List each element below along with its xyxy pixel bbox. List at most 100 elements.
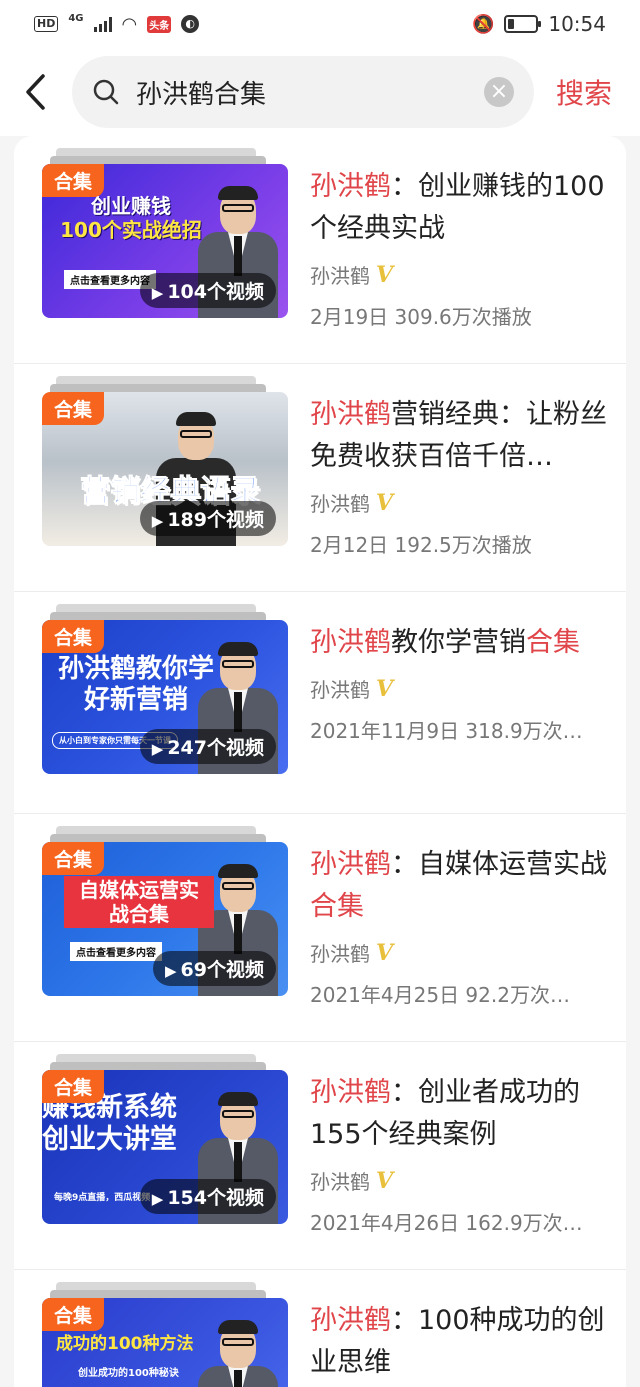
thumb-title-line: 孙洪鹤教你学 <box>57 654 214 684</box>
list-item[interactable]: 合集 营销经典语录 ▶ 189个视频 孙洪鹤营销经典：让粉丝免费收获百倍千倍… 孙… <box>14 364 626 592</box>
author-row[interactable]: 孙洪鹤 V <box>310 674 616 703</box>
list-item[interactable]: 合集 赚钱新系统 创业大讲堂 每晚9点直播，西瓜视频 ▶ 154个视频 孙洪鹤：创… <box>14 1042 626 1270</box>
title-highlight: 孙洪鹤 <box>310 627 391 658</box>
author-name: 孙洪鹤 <box>310 678 370 702</box>
video-count: ▶ 69个视频 <box>153 951 276 986</box>
verified-icon: V <box>376 675 394 702</box>
item-info: 孙洪鹤：自媒体运营实战合集 孙洪鹤 V 2021年4月25日 92.2万次… <box>310 844 616 1008</box>
verified-icon: V <box>376 261 394 288</box>
status-left: HD 4G ◠ 头条 ◐ <box>34 13 200 35</box>
verified-icon: V <box>376 939 394 966</box>
video-count-label: 69个视频 <box>180 959 264 981</box>
thumb-title: 自媒体运营实 战合集 <box>64 876 214 928</box>
list-item[interactable]: 合集 孙洪鹤教你学 好新营销 从小白到专家你只需每天一节课 ▶ 247个视频 孙洪… <box>14 592 626 814</box>
stack-decoration <box>50 1290 266 1298</box>
author-row[interactable]: 孙洪鹤 V <box>310 260 616 289</box>
title-highlight: 合集 <box>526 627 580 658</box>
title-highlight: 合集 <box>310 891 364 922</box>
play-icon: ▶ <box>151 1190 164 1208</box>
stack-decoration <box>50 1062 266 1070</box>
collection-badge: 合集 <box>42 392 105 425</box>
video-count-label: 154个视频 <box>167 1187 264 1209</box>
signal-icon <box>93 16 112 32</box>
stack-decoration <box>56 1282 256 1290</box>
stack-decoration <box>56 376 256 384</box>
list-item[interactable]: 合集 创业赚钱 100个实战绝招 点击查看更多内容 ▶ 104个视频 孙洪鹤：创业… <box>14 136 626 364</box>
thumb-title-line: 创业赚钱 <box>91 194 171 218</box>
author-row[interactable]: 孙洪鹤 V <box>310 938 616 967</box>
video-count-label: 247个视频 <box>167 737 264 759</box>
item-meta: 2021年4月25日 92.2万次… <box>310 983 570 1007</box>
author-row[interactable]: 孙洪鹤 V <box>310 1166 616 1195</box>
item-title[interactable]: 孙洪鹤教你学营销合集 <box>310 622 616 664</box>
search-field[interactable]: 孙洪鹤合集 × <box>72 56 534 128</box>
video-count: ▶ 154个视频 <box>139 1179 276 1214</box>
collection-thumbnail[interactable]: 合集 成功的100种方法 创业成功的100种秘诀 <box>42 1298 288 1387</box>
stack-decoration <box>50 612 266 620</box>
verified-icon: V <box>376 489 394 516</box>
item-info: 孙洪鹤教你学营销合集 孙洪鹤 V 2021年11月9日 318.9万次… <box>310 622 616 744</box>
toutiao-app-icon: 头条 <box>147 15 172 33</box>
collection-thumbnail[interactable]: 合集 营销经典语录 ▶ 189个视频 <box>42 392 288 546</box>
chevron-left-icon <box>26 74 45 110</box>
video-count: ▶ 104个视频 <box>139 273 276 308</box>
title-text: ：自媒体运营实战 <box>391 849 607 880</box>
bell-muted-icon: 🔕 <box>471 13 495 35</box>
hd-icon: HD <box>34 16 59 32</box>
wifi-icon: ◠ <box>121 13 138 35</box>
thumb-subtag: 创业成功的100种秘诀 <box>78 1368 179 1379</box>
stack-decoration <box>50 156 266 164</box>
collection-thumbnail[interactable]: 合集 创业赚钱 100个实战绝招 点击查看更多内容 ▶ 104个视频 <box>42 164 288 318</box>
author-name: 孙洪鹤 <box>310 942 370 966</box>
collection-thumbnail[interactable]: 合集 赚钱新系统 创业大讲堂 每晚9点直播，西瓜视频 ▶ 154个视频 <box>42 1070 288 1224</box>
title-highlight: 孙洪鹤 <box>310 399 391 430</box>
close-circle-icon[interactable]: × <box>484 77 514 107</box>
author-name: 孙洪鹤 <box>310 264 370 288</box>
stack-decoration <box>50 834 266 842</box>
thumb-title: 成功的100种方法 <box>56 1334 216 1354</box>
thumb-title: 孙洪鹤教你学 好新营销 <box>46 654 226 716</box>
thumb-title-line: 自媒体运营实 <box>79 878 199 902</box>
play-icon: ▶ <box>151 512 164 530</box>
collection-thumbnail[interactable]: 合集 自媒体运营实 战合集 点击查看更多内容 ▶ 69个视频 <box>42 842 288 996</box>
title-highlight: 孙洪鹤 <box>310 1077 391 1108</box>
item-meta: 2021年4月26日 162.9万次… <box>310 1211 583 1235</box>
list-item[interactable]: 合集 自媒体运营实 战合集 点击查看更多内容 ▶ 69个视频 孙洪鹤：自媒体运营实… <box>14 814 626 1042</box>
item-meta: 2月12日 192.5万次播放 <box>310 533 532 557</box>
clock: 10:54 <box>548 12 606 36</box>
item-info: 孙洪鹤：100种成功的创业思维 <box>310 1300 616 1384</box>
back-button[interactable] <box>0 48 72 136</box>
title-text: 教你学营销 <box>391 627 526 658</box>
thumb-title-line: 战合集 <box>109 902 169 926</box>
list-item[interactable]: 合集 成功的100种方法 创业成功的100种秘诀 孙洪鹤：100种成功的创业思维 <box>14 1270 626 1387</box>
thumb-subtag: 点击查看更多内容 <box>70 942 162 961</box>
collection-thumbnail[interactable]: 合集 孙洪鹤教你学 好新营销 从小白到专家你只需每天一节课 ▶ 247个视频 <box>42 620 288 774</box>
thumb-title: 创业赚钱 100个实战绝招 <box>56 194 206 242</box>
video-count-label: 104个视频 <box>167 281 264 303</box>
item-title[interactable]: 孙洪鹤营销经典：让粉丝免费收获百倍千倍… <box>310 394 616 478</box>
stack-decoration <box>56 148 256 156</box>
video-count-label: 189个视频 <box>167 509 264 531</box>
item-title[interactable]: 孙洪鹤：创业者成功的155个经典案例 <box>310 1072 616 1156</box>
video-count: ▶ 247个视频 <box>139 729 276 764</box>
video-count: ▶ 189个视频 <box>139 501 276 536</box>
search-button[interactable]: 搜索 <box>556 72 612 112</box>
collection-badge: 合集 <box>42 620 105 653</box>
item-info: 孙洪鹤营销经典：让粉丝免费收获百倍千倍… 孙洪鹤 V 2月12日 192.5万次播… <box>310 394 616 558</box>
thumb-title-line: 创业大讲堂 <box>42 1124 177 1156</box>
results-list: 合集 创业赚钱 100个实战绝招 点击查看更多内容 ▶ 104个视频 孙洪鹤：创业… <box>14 136 626 1387</box>
stack-decoration <box>50 384 266 392</box>
search-input[interactable]: 孙洪鹤合集 <box>136 74 484 111</box>
search-header: 孙洪鹤合集 × 搜索 <box>0 48 640 136</box>
author-name: 孙洪鹤 <box>310 492 370 516</box>
play-icon: ▶ <box>151 740 164 758</box>
item-title[interactable]: 孙洪鹤：创业赚钱的100个经典实战 <box>310 166 616 250</box>
author-row[interactable]: 孙洪鹤 V <box>310 488 616 517</box>
item-meta: 2021年11月9日 318.9万次… <box>310 719 583 743</box>
thumb-title-line: 好新营销 <box>83 685 188 716</box>
item-title[interactable]: 孙洪鹤：自媒体运营实战合集 <box>310 844 616 928</box>
stack-decoration <box>56 604 256 612</box>
item-title[interactable]: 孙洪鹤：100种成功的创业思维 <box>310 1300 616 1384</box>
play-icon: ▶ <box>165 962 177 980</box>
ball-app-icon: ◐ <box>181 15 200 33</box>
